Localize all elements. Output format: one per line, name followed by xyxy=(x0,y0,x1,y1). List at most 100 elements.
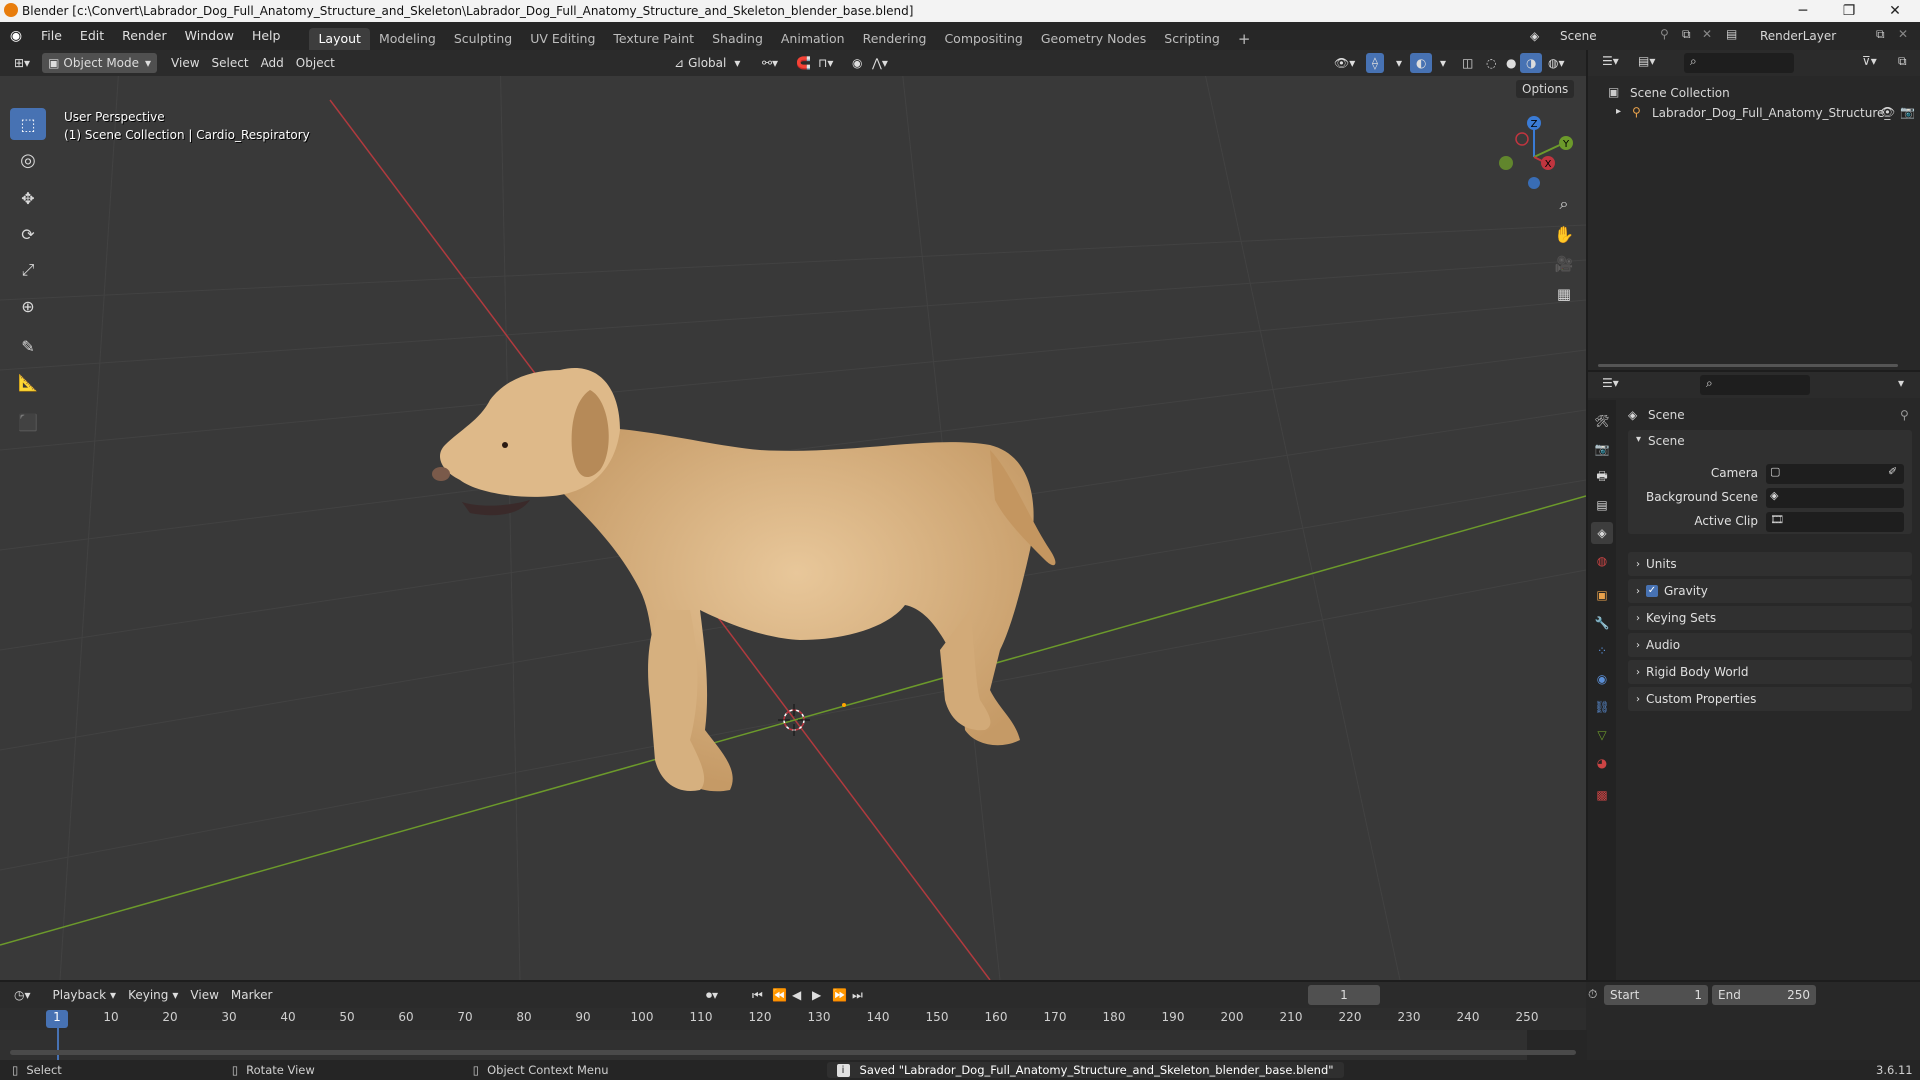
tab-physics[interactable]: ◉ xyxy=(1591,668,1613,690)
tab-modifiers[interactable]: 🔧 xyxy=(1591,612,1613,634)
new-scene-icon[interactable]: ⧉ xyxy=(1682,27,1691,42)
menu-timeline-view[interactable]: View xyxy=(184,985,224,1005)
scene-name-field[interactable]: Scene xyxy=(1560,27,1660,45)
tab-texture-paint[interactable]: Texture Paint xyxy=(604,28,703,50)
menu-help[interactable]: Help xyxy=(243,22,290,50)
transform-tool[interactable]: ⊕ xyxy=(10,290,46,322)
blender-menu-icon[interactable]: ◉ xyxy=(0,28,32,44)
tab-particles[interactable]: ⁘ xyxy=(1591,640,1613,662)
end-frame-field[interactable]: End 250 xyxy=(1712,985,1816,1005)
tab-shading[interactable]: Shading xyxy=(703,28,772,50)
overlay-toggle-icon[interactable]: ◐ xyxy=(1410,53,1433,73)
start-frame-field[interactable]: Start 1 xyxy=(1604,985,1708,1005)
tab-compositing[interactable]: Compositing xyxy=(935,28,1031,50)
menu-playback[interactable]: Playback ▾ xyxy=(47,985,123,1005)
tab-object[interactable]: ▣ xyxy=(1591,584,1613,606)
outliner-search-input[interactable] xyxy=(1684,53,1794,73)
pin-icon[interactable]: ⚲ xyxy=(1660,27,1669,41)
maximize-button[interactable]: ❐ xyxy=(1826,0,1872,22)
pivot-point-icon[interactable]: ⚯▾ xyxy=(756,53,784,73)
gravity-panel[interactable]: › ✓ Gravity xyxy=(1628,579,1912,603)
options-button[interactable]: Options xyxy=(1516,80,1575,98)
expand-arrow-icon[interactable]: ▸ xyxy=(1616,106,1621,117)
play-reverse-icon[interactable]: ◀ xyxy=(786,985,807,1005)
measure-tool[interactable]: 📐 xyxy=(10,366,46,398)
menu-keying[interactable]: Keying ▾ xyxy=(122,985,184,1005)
chevron-down-icon[interactable]: ▾ xyxy=(1898,376,1904,390)
zoom-view-button[interactable]: ⌕ xyxy=(1550,190,1578,218)
perspective-toggle-button[interactable]: ▦ xyxy=(1550,280,1578,308)
tab-texture[interactable]: ▩ xyxy=(1591,784,1613,806)
preview-range-icon[interactable]: ⏱ xyxy=(1588,987,1597,1002)
tab-scene[interactable]: ◈ xyxy=(1591,522,1613,544)
tab-tool[interactable]: 🛠 xyxy=(1591,410,1613,432)
mode-selector[interactable]: ▣ Object Mode ▾ xyxy=(42,53,158,73)
rendered-shading-icon[interactable]: ◍▾ xyxy=(1542,53,1571,73)
add-workspace-button[interactable]: + xyxy=(1229,28,1260,50)
add-cube-tool[interactable]: ⬛ xyxy=(10,406,46,438)
tab-rendering[interactable]: Rendering xyxy=(854,28,936,50)
menu-add[interactable]: Add xyxy=(255,53,290,73)
menu-edit[interactable]: Edit xyxy=(71,22,113,50)
eyedropper-icon[interactable]: ✐ xyxy=(1888,465,1897,478)
jump-end-icon[interactable]: ⏭ xyxy=(846,985,869,1005)
outliner-scrollbar[interactable] xyxy=(1598,364,1898,367)
tab-sculpting[interactable]: Sculpting xyxy=(445,28,521,50)
menu-view[interactable]: View xyxy=(165,53,205,73)
keying-sets-panel[interactable]: › Keying Sets xyxy=(1628,606,1912,630)
properties-search-input[interactable] xyxy=(1700,375,1810,395)
tab-render[interactable]: 📷 xyxy=(1591,438,1613,460)
view-layer-icon[interactable]: ▤ xyxy=(1726,27,1737,41)
timeline-scrollbar[interactable] xyxy=(10,1050,1576,1055)
tab-geometry-nodes[interactable]: Geometry Nodes xyxy=(1032,28,1155,50)
audio-panel[interactable]: › Audio xyxy=(1628,633,1912,657)
current-frame-field[interactable]: 1 xyxy=(1308,985,1380,1005)
falloff-icon[interactable]: ⋀▾ xyxy=(866,53,894,73)
custom-properties-panel[interactable]: › Custom Properties xyxy=(1628,687,1912,711)
timeline-area[interactable]: 1 10 20 30 40 50 60 70 80 90 100 110 120… xyxy=(0,1008,1587,1060)
minimize-button[interactable]: ─ xyxy=(1780,0,1826,22)
tab-uv-editing[interactable]: UV Editing xyxy=(521,28,604,50)
rotate-tool[interactable]: ⟳ xyxy=(10,218,46,250)
tab-material[interactable]: ◕ xyxy=(1591,752,1613,774)
gizmo-dropdown-icon[interactable]: ▾ xyxy=(1390,53,1408,73)
active-clip-field[interactable] xyxy=(1766,512,1904,532)
pin-icon[interactable]: ⚲ xyxy=(1900,408,1909,422)
timeline-editor-icon[interactable]: ◷▾ xyxy=(8,985,37,1005)
gizmo-toggle-icon[interactable]: ⟠ xyxy=(1366,53,1384,73)
eye-icon[interactable]: 👁 xyxy=(1880,105,1895,119)
outliner-editor-icon[interactable]: ☰▾ xyxy=(1602,54,1619,68)
scale-tool[interactable]: ⤢ xyxy=(10,254,46,286)
new-view-layer-icon[interactable]: ⧉ xyxy=(1876,27,1885,42)
delete-scene-icon[interactable]: ✕ xyxy=(1702,27,1712,41)
tab-world[interactable]: ◍ xyxy=(1591,550,1613,572)
overlay-dropdown-icon[interactable]: ▾ xyxy=(1434,53,1452,73)
tab-modeling[interactable]: Modeling xyxy=(370,28,445,50)
annotate-tool[interactable]: ✎ xyxy=(10,330,46,362)
filter-icon[interactable]: ⊽▾ xyxy=(1862,54,1877,68)
tab-scripting[interactable]: Scripting xyxy=(1155,28,1229,50)
select-box-tool[interactable]: ⬚ xyxy=(10,108,46,140)
gravity-checkbox[interactable]: ✓ xyxy=(1646,585,1658,597)
menu-select[interactable]: Select xyxy=(206,53,255,73)
new-collection-icon[interactable]: ⧉ xyxy=(1898,54,1907,69)
camera-field[interactable] xyxy=(1766,464,1904,484)
properties-editor-icon[interactable]: ☰▾ xyxy=(1602,376,1619,390)
scene-selector-icon[interactable]: ◈ xyxy=(1524,26,1545,46)
record-keyframe-icon[interactable]: ⏺▾ xyxy=(700,985,724,1005)
render-camera-icon[interactable]: 📷 xyxy=(1900,105,1915,119)
outliner-item-label[interactable]: Labrador_Dog_Full_Anatomy_Structure_ xyxy=(1652,106,1890,120)
camera-view-button[interactable]: 🎥 xyxy=(1550,250,1578,278)
display-mode-icon[interactable]: ▤▾ xyxy=(1638,54,1655,68)
menu-marker[interactable]: Marker xyxy=(225,985,278,1005)
3d-viewport[interactable]: User Perspective (1) Scene Collection | … xyxy=(0,50,1586,980)
xray-toggle-icon[interactable]: ◫ xyxy=(1456,53,1479,73)
menu-object[interactable]: Object xyxy=(290,53,341,73)
move-tool[interactable]: ✥ xyxy=(10,182,46,214)
tab-data[interactable]: ▽ xyxy=(1591,724,1613,746)
menu-render[interactable]: Render xyxy=(113,22,176,50)
cursor-tool[interactable]: ◎ xyxy=(10,144,46,176)
menu-file[interactable]: File xyxy=(32,22,71,50)
snap-target-icon[interactable]: ⊓▾ xyxy=(812,53,839,73)
tab-animation[interactable]: Animation xyxy=(772,28,854,50)
